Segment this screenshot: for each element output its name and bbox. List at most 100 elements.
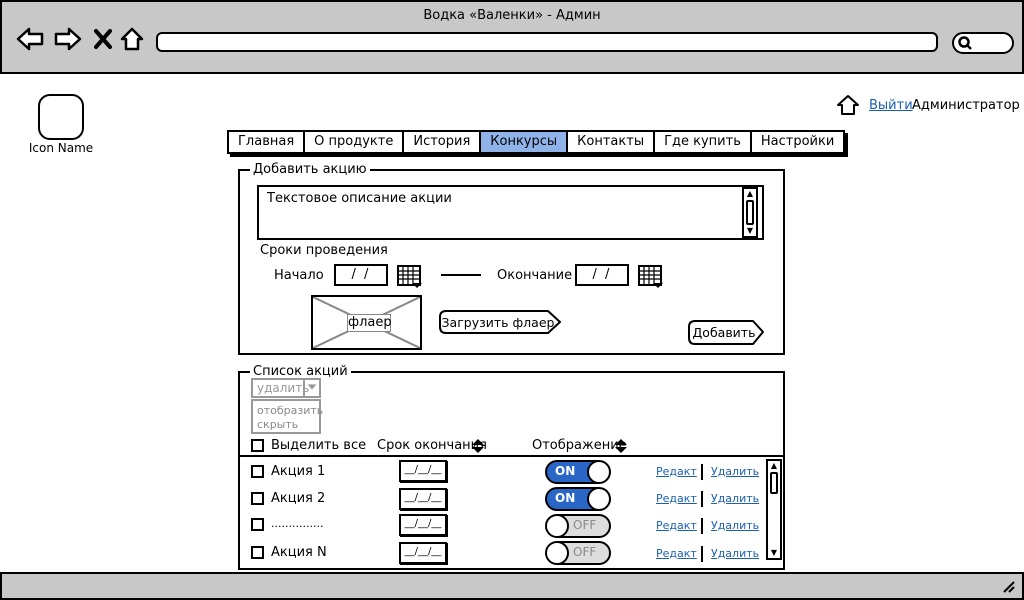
sort-icon[interactable] xyxy=(471,439,485,453)
search-icon[interactable] xyxy=(958,36,972,50)
list-scrollbar[interactable]: ▲ ▼ xyxy=(766,459,782,560)
row-checkbox[interactable] xyxy=(251,546,264,559)
scroll-down-icon[interactable]: ▼ xyxy=(768,548,780,558)
delete-link[interactable]: Удалить xyxy=(711,519,759,532)
row-name: ............... xyxy=(271,517,324,530)
description-text: Текстовое описание акции xyxy=(267,191,452,206)
scroll-down-icon[interactable]: ▼ xyxy=(744,226,756,236)
calendar-icon[interactable] xyxy=(397,263,423,289)
row-end-date-input[interactable]: __/__/__ xyxy=(399,488,447,510)
select-all-checkbox[interactable] xyxy=(251,439,264,452)
back-arrow-icon[interactable] xyxy=(16,26,44,52)
toggle-label: OFF xyxy=(573,545,597,559)
promo-list-panel: Список акций удалить отобразить скрыть В… xyxy=(238,364,785,570)
end-date-input[interactable]: / / xyxy=(575,264,629,286)
delete-link[interactable]: Удалить xyxy=(711,465,759,478)
table-row[interactable]: ............... __/__/__ OFF Редакт Удал… xyxy=(240,513,760,540)
tab-contests[interactable]: Конкурсы xyxy=(481,132,569,152)
delete-link[interactable]: Удалить xyxy=(711,492,759,505)
edit-link[interactable]: Редакт xyxy=(656,492,697,505)
add-button[interactable]: Добавить xyxy=(687,319,765,346)
row-name: Акция 1 xyxy=(271,464,326,479)
add-promo-panel: Добавить акцию Текстовое описание акции … xyxy=(238,162,785,355)
scroll-up-icon[interactable]: ▲ xyxy=(744,189,756,199)
start-label: Начало xyxy=(274,268,324,283)
home-icon[interactable] xyxy=(836,94,860,116)
delete-link[interactable]: Удалить xyxy=(711,547,759,560)
main-tabs: Главная О продукте История Конкурсы Конт… xyxy=(227,130,846,154)
description-scrollbar[interactable]: ▲ ▼ xyxy=(742,187,758,238)
promo-rows: Акция 1 __/__/__ ON Редакт Удалить Акция… xyxy=(240,458,760,568)
table-row[interactable]: Акция N __/__/__ OFF Редакт Удалить xyxy=(240,540,760,568)
tab-contacts[interactable]: Контакты xyxy=(568,132,656,152)
period-label: Сроки проведения xyxy=(260,243,388,258)
tab-where-to-buy[interactable]: Где купить xyxy=(655,132,752,152)
user-role-label: Администратор xyxy=(912,98,1020,113)
bulk-action-value: удалить xyxy=(257,381,310,395)
calendar-icon[interactable] xyxy=(638,263,664,289)
edit-link[interactable]: Редакт xyxy=(656,465,697,478)
row-end-date-input[interactable]: __/__/__ xyxy=(399,514,447,536)
upload-flyer-button[interactable]: Загрузить флаер xyxy=(438,309,562,335)
flyer-image-placeholder: флаер xyxy=(311,295,422,350)
display-toggle[interactable]: ON xyxy=(545,487,611,511)
chevron-down-icon[interactable] xyxy=(303,380,319,396)
link-separator xyxy=(701,464,703,480)
table-row[interactable]: Акция 2 __/__/__ ON Редакт Удалить xyxy=(240,486,760,513)
row-end-date-input[interactable]: __/__/__ xyxy=(399,460,447,482)
view-options-list: отобразить скрыть xyxy=(251,399,323,434)
tab-history[interactable]: История xyxy=(404,132,482,152)
edit-link[interactable]: Редакт xyxy=(656,519,697,532)
display-toggle[interactable]: OFF xyxy=(545,541,611,565)
select-all-label: Выделить все xyxy=(271,438,367,453)
table-row[interactable]: Акция 1 __/__/__ ON Редакт Удалить xyxy=(240,458,760,486)
display-toggle[interactable]: OFF xyxy=(545,514,611,538)
toggle-knob xyxy=(547,516,569,536)
tab-settings[interactable]: Настройки xyxy=(752,132,843,152)
view-option-show[interactable]: отобразить xyxy=(257,404,323,418)
row-name: Акция N xyxy=(271,545,327,560)
toggle-label: ON xyxy=(555,491,576,505)
tab-home[interactable]: Главная xyxy=(229,132,306,152)
end-label: Окончание xyxy=(497,268,573,283)
toggle-knob xyxy=(587,462,609,482)
logo-icon xyxy=(38,94,84,140)
scroll-thumb[interactable] xyxy=(770,472,778,494)
link-separator xyxy=(701,491,703,507)
row-name: Акция 2 xyxy=(271,491,326,506)
logout-link[interactable]: Выйти xyxy=(869,98,913,113)
flyer-label: флаер xyxy=(347,314,392,332)
display-toggle[interactable]: ON xyxy=(545,460,611,484)
home-icon[interactable] xyxy=(119,26,145,52)
link-separator xyxy=(701,518,703,534)
description-textarea[interactable]: Текстовое описание акции ▲ ▼ xyxy=(257,185,764,240)
header-divider xyxy=(240,455,783,457)
close-icon[interactable] xyxy=(92,26,114,52)
date-separator-line xyxy=(441,274,481,276)
tab-product[interactable]: О продукте xyxy=(305,132,405,152)
edit-link[interactable]: Редакт xyxy=(656,547,697,560)
scroll-up-icon[interactable]: ▲ xyxy=(768,461,780,471)
bulk-action-select[interactable]: удалить xyxy=(251,378,321,398)
row-checkbox[interactable] xyxy=(251,465,264,478)
toggle-label: OFF xyxy=(573,518,597,532)
url-bar[interactable] xyxy=(156,32,938,52)
view-option-hide[interactable]: скрыть xyxy=(257,418,315,432)
toggle-knob xyxy=(587,489,609,509)
forward-arrow-icon[interactable] xyxy=(54,26,82,52)
add-button-label: Добавить xyxy=(693,325,756,340)
window-title: Водка «Валенки» - Админ xyxy=(423,8,601,23)
upload-flyer-label: Загрузить флаер xyxy=(442,315,555,330)
start-date-input[interactable]: / / xyxy=(334,264,388,286)
row-checkbox[interactable] xyxy=(251,518,264,531)
col-display-header[interactable]: Отображение xyxy=(532,438,627,453)
link-separator xyxy=(701,546,703,562)
search-box[interactable] xyxy=(952,32,1014,54)
status-bar xyxy=(0,572,1024,600)
row-checkbox[interactable] xyxy=(251,492,264,505)
resize-grip-icon[interactable] xyxy=(1000,578,1016,594)
sort-icon[interactable] xyxy=(614,439,628,453)
browser-chrome: Водка «Валенки» - Админ xyxy=(0,0,1024,74)
row-end-date-input[interactable]: __/__/__ xyxy=(399,542,447,564)
scroll-thumb[interactable] xyxy=(746,200,754,225)
